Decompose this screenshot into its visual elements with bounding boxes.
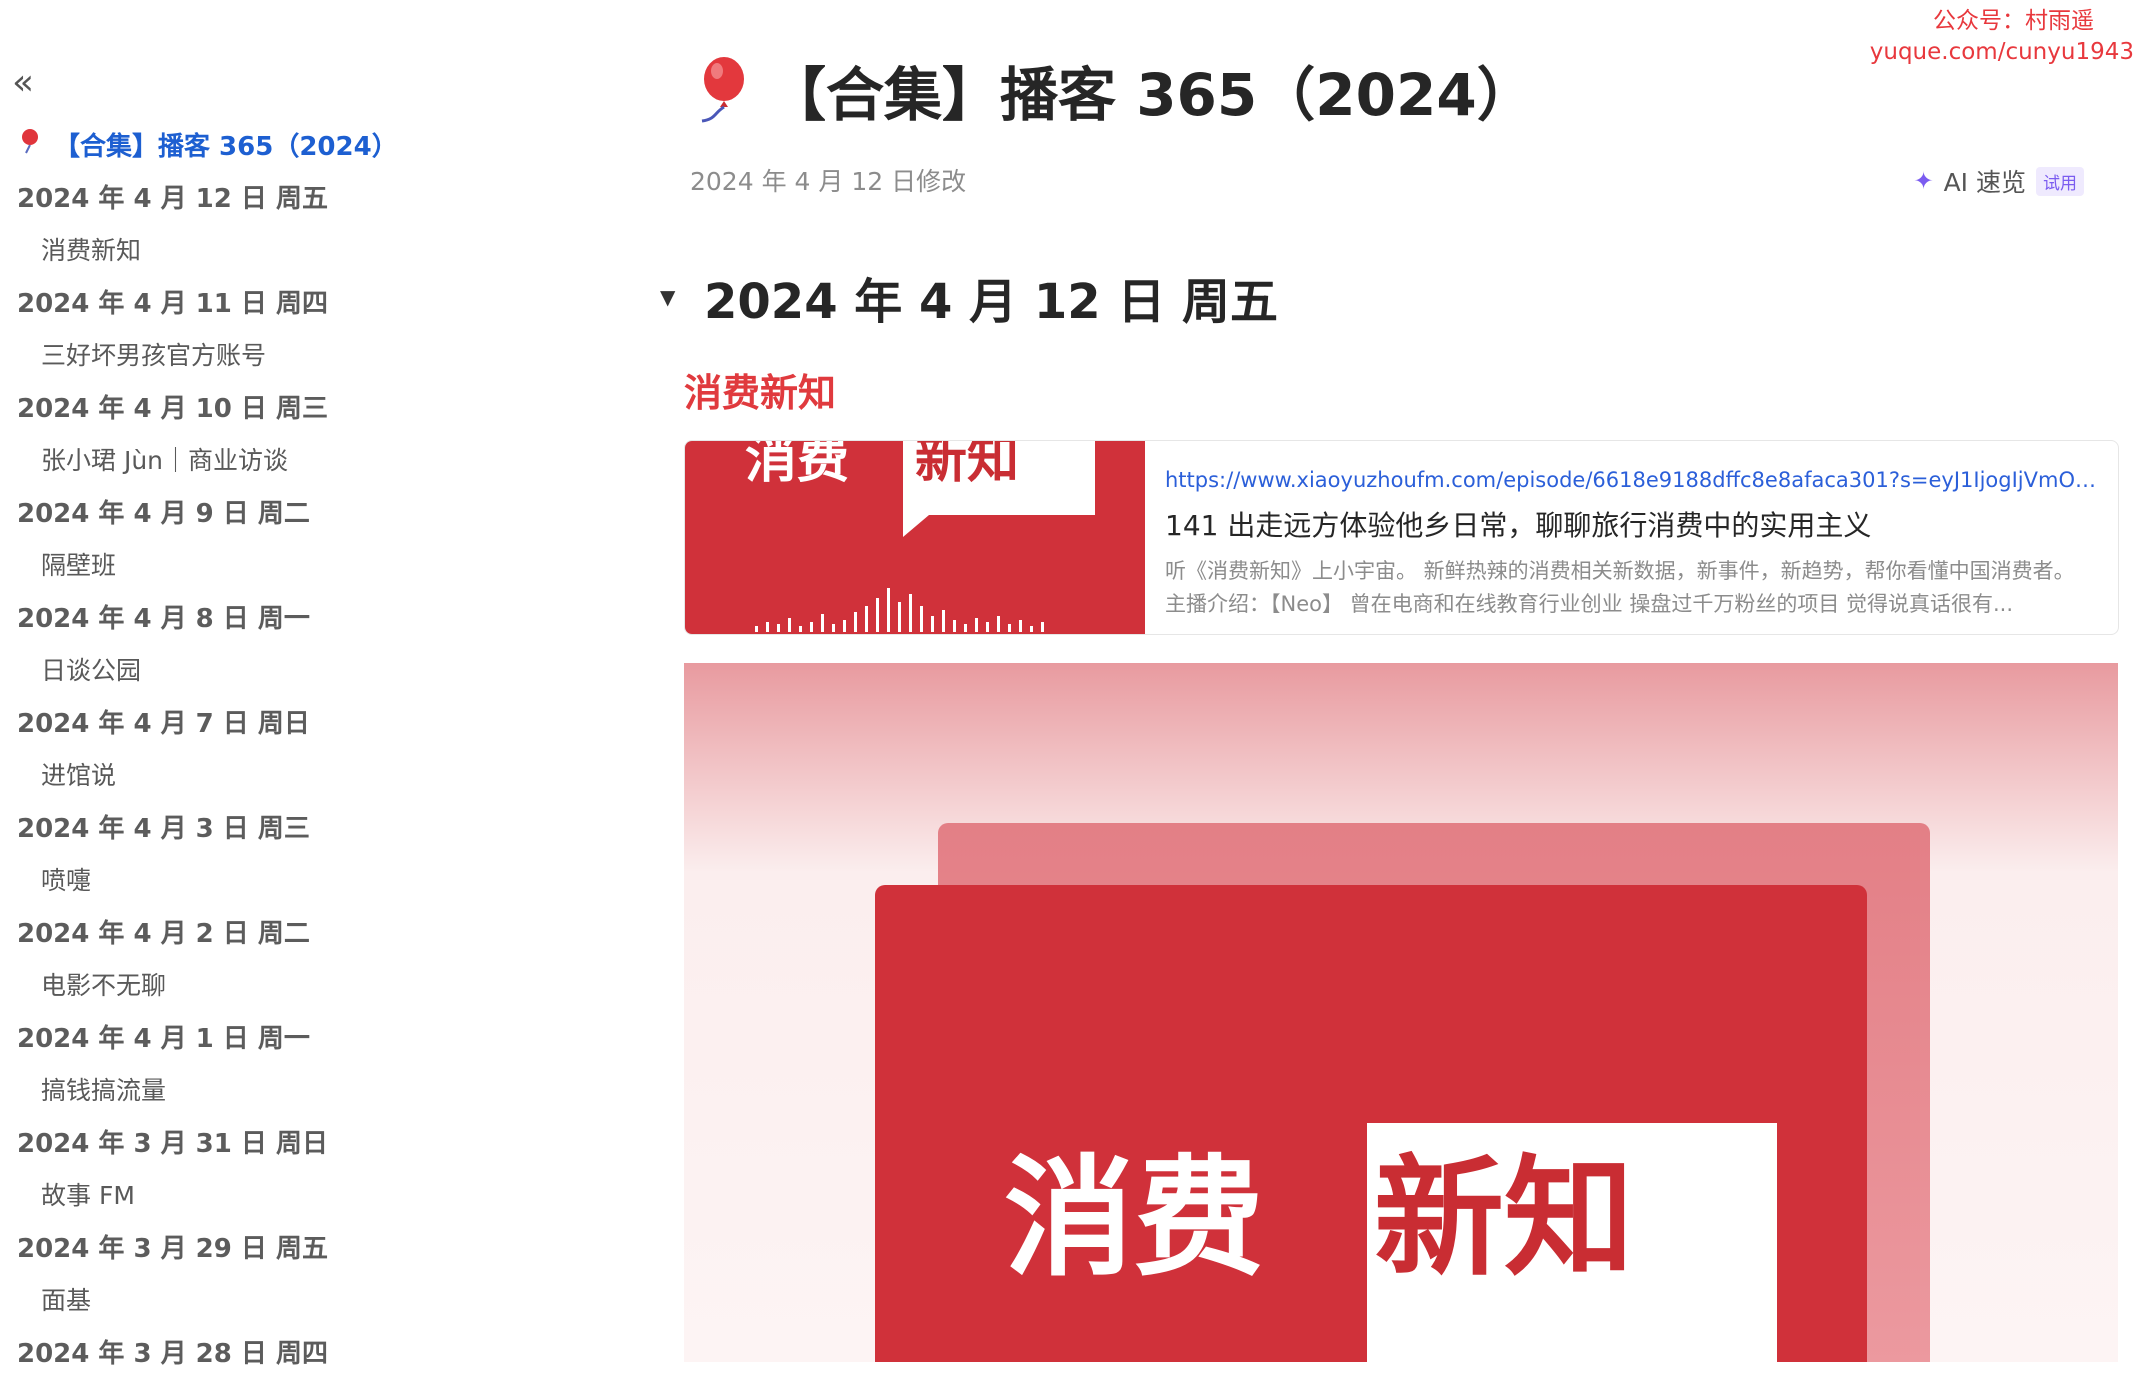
soundwave-bar [964,624,967,632]
card-title[interactable]: 141 出走远方体验他乡日常，聊聊旅行消费中的实用主义 [1165,507,2098,545]
soundwave-bar [898,602,901,632]
toc-root-label: 【合集】播客 365（2024） [54,131,398,162]
subsection-heading: 消费新知 [684,371,837,415]
soundwave-bar [1041,622,1044,632]
soundwave-bar [975,618,978,632]
toc-item-date[interactable]: 2024 年 3 月 29 日 周五 [0,1220,600,1273]
soundwave-bar [843,620,846,632]
toc-item-date[interactable]: 2024 年 4 月 1 日 周一 [0,1010,600,1063]
soundwave-bar [1019,620,1022,632]
toc-item-show[interactable]: 张小珺 Jùn｜商业访谈 [0,433,600,486]
soundwave-bar [909,594,912,632]
soundwave-bar [986,622,989,632]
toc-item-show[interactable]: 进馆说 [0,748,600,801]
sidebar: « 【合集】播客 365（2024） 2024 年 4 月 12 日 周五 消费新… [0,0,600,1369]
soundwave-bar [953,620,956,632]
cover-text-left: 消费 [1004,1141,1264,1294]
toc-item-date[interactable]: 2024 年 3 月 28 日 周四 [0,1325,600,1378]
toc-item-show[interactable]: 消费新知 [0,223,600,276]
toc-item-show[interactable]: 三好坏男孩官方账号 [0,328,600,381]
toc-item-date[interactable]: 2024 年 4 月 8 日 周一 [0,590,600,643]
table-of-contents: 【合集】播客 365（2024） 2024 年 4 月 12 日 周五 消费新知 2… [0,118,600,1378]
soundwave-bar [799,626,802,632]
toc-item-root[interactable]: 【合集】播客 365（2024） [0,118,600,170]
toc-item-date[interactable]: 2024 年 4 月 3 日 周三 [0,800,600,853]
toc-item-show[interactable]: 搞钱搞流量 [0,1063,600,1116]
card-url[interactable]: https://www.xiaoyuzhoufm.com/episode/661… [1165,465,2098,495]
soundwave-bar [777,624,780,632]
toc-item-show[interactable]: 电影不无聊 [0,958,600,1011]
soundwave-bar [821,614,824,632]
section-heading-text: 2024 年 4 月 12 日 周五 [704,274,1279,330]
toc-item-date[interactable]: 2024 年 4 月 10 日 周三 [0,380,600,433]
toc-item-date[interactable]: 2024 年 4 月 11 日 周四 [0,275,600,328]
page-title-text: 【合集】播客 365（2024） [768,61,1535,129]
card-thumbnail: 消费 新知 [685,441,1145,634]
soundwave-bar [997,616,1000,632]
soundwave-bar [887,588,890,632]
toc-item-show[interactable]: 故事 FM [0,1168,600,1221]
card-description: 听《消费新知》上小宇宙。 新鲜热辣的消费相关新数据，新事件，新趋势，帮你看懂中国… [1165,559,2075,616]
soundwave-bar [920,606,923,632]
collapse-caret-icon[interactable]: ▼ [660,285,684,309]
soundwave-bar [865,606,868,632]
soundwave-bar [1008,624,1011,632]
toc-item-date[interactable]: 2024 年 4 月 2 日 周二 [0,905,600,958]
soundwave-bar [755,626,758,632]
toc-item-show[interactable]: 喷嚏 [0,853,600,906]
trial-badge: 试用 [2036,166,2084,196]
toc-item-date[interactable]: 2024 年 3 月 31 日 周日 [0,1115,600,1168]
soundwave-bar [766,622,769,632]
pin-icon [18,128,40,160]
toc-item-date[interactable]: 2024 年 4 月 7 日 周日 [0,695,600,748]
modified-date: 2024 年 4 月 12 日修改 [690,167,967,196]
soundwave-bar [788,618,791,632]
card-body: https://www.xiaoyuzhoufm.com/episode/661… [1145,441,2118,634]
sparkle-icon: ✦ [1913,167,1934,195]
soundwave-bar [931,616,934,632]
cover-image: 消费 新知 [684,663,2118,1362]
section-heading: ▼ 2024 年 4 月 12 日 周五 [660,262,1278,332]
soundwave-bar [876,598,879,632]
soundwave-bar [832,624,835,632]
toc-item-show[interactable]: 面基 [0,1273,600,1326]
link-card[interactable]: 消费 新知 https://www.xiaoyuzhoufm.com/episo… [684,440,2119,635]
toc-item-show[interactable]: 隔壁班 [0,538,600,591]
soundwave-bar [854,612,857,632]
collapse-sidebar-icon[interactable]: « [12,65,48,104]
ai-summary-button[interactable]: ✦ AI 速览 试用 [1913,163,2084,199]
balloon-icon [690,55,746,125]
toc-item-date[interactable]: 2024 年 4 月 12 日 周五 [0,170,600,223]
card-thumb-text-left: 消费 [745,441,849,490]
cover-text-right: 新知 [1374,1141,1634,1294]
toc-item-show[interactable]: 日谈公园 [0,643,600,696]
soundwave-bar [810,622,813,632]
ai-summary-label: AI 速览 [1943,168,2026,197]
soundwave-bar [1030,626,1033,632]
document-main: 【合集】播客 365（2024） 2024 年 4 月 12 日修改 ✦ AI … [660,0,2120,1362]
soundwave-bar [942,610,945,632]
toc-item-date[interactable]: 2024 年 4 月 9 日 周二 [0,485,600,538]
page-title: 【合集】播客 365（2024） [690,50,1535,130]
card-thumb-text-right: 新知 [915,441,1019,490]
